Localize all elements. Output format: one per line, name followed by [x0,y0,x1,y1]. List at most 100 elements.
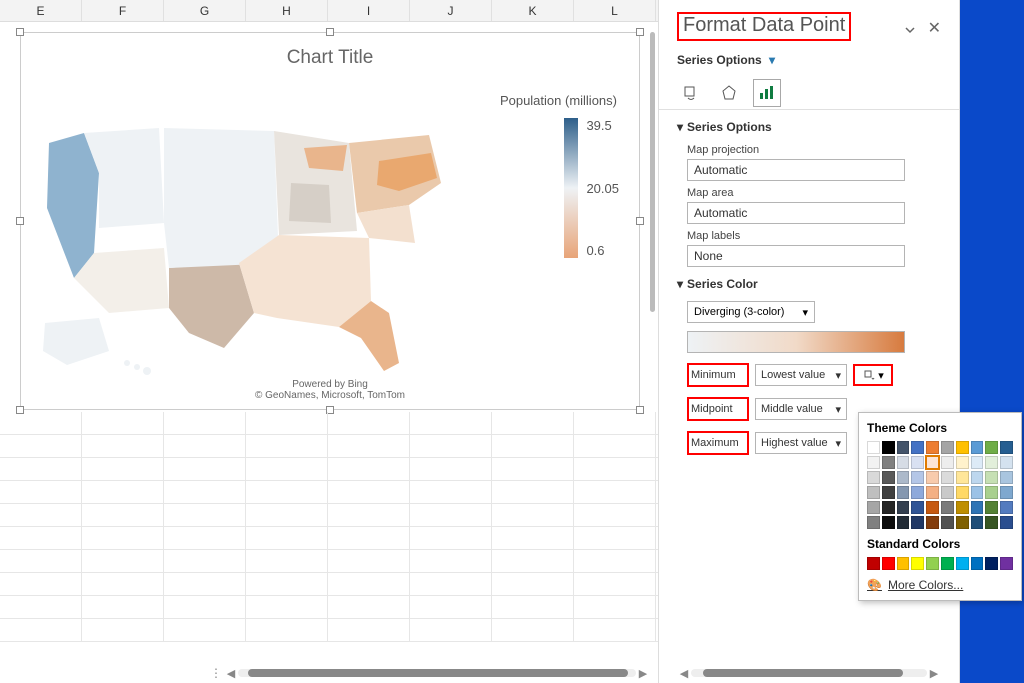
vertical-scrollbar[interactable] [650,32,655,312]
state-tx[interactable] [169,263,254,348]
color-swatch[interactable] [882,471,895,484]
color-swatch[interactable] [1000,471,1013,484]
midpoint-value-select[interactable]: Middle value▾ [755,398,847,420]
color-swatch[interactable] [926,516,939,529]
state-block-plains[interactable] [164,128,279,268]
series-color-section-header[interactable]: ▾Series Color [677,267,941,295]
color-swatch[interactable] [911,516,924,529]
map-chart-plot[interactable] [39,113,459,383]
color-swatch[interactable] [867,486,880,499]
color-swatch[interactable] [971,516,984,529]
color-swatch[interactable] [882,516,895,529]
state-il[interactable] [289,183,331,223]
color-swatch[interactable] [1000,486,1013,499]
resize-handle[interactable] [636,28,644,36]
color-swatch[interactable] [897,486,910,499]
scroll-left-icon[interactable]: ◀ [677,667,691,680]
scroll-left-icon[interactable]: ◀ [224,667,238,680]
color-swatch[interactable] [897,456,910,469]
color-swatch[interactable] [882,441,895,454]
map-labels-select[interactable]: None [687,245,905,267]
state-hi[interactable] [134,364,140,370]
color-swatch[interactable] [867,516,880,529]
map-projection-select[interactable]: Automatic [687,159,905,181]
color-swatch[interactable] [941,557,954,570]
color-swatch[interactable] [911,456,924,469]
color-swatch[interactable] [911,471,924,484]
color-swatch[interactable] [867,557,880,570]
tab-fill-icon[interactable] [677,79,705,107]
grid-cells[interactable] [0,412,658,649]
color-swatch[interactable] [985,456,998,469]
color-swatch[interactable] [867,441,880,454]
column-header[interactable]: G [164,0,246,21]
color-swatch[interactable] [867,471,880,484]
color-swatch[interactable] [985,486,998,499]
color-swatch[interactable] [911,557,924,570]
minimum-fill-color-button[interactable]: ▾ [853,364,893,386]
state-mi[interactable] [304,145,347,171]
scroll-right-icon[interactable]: ▶ [636,667,650,680]
color-swatch[interactable] [911,501,924,514]
more-colors-link[interactable]: 🎨 More Colors... [867,578,1013,592]
color-swatch[interactable] [941,486,954,499]
scrollbar-thumb[interactable] [703,669,903,677]
state-ak[interactable] [43,318,109,365]
color-swatch[interactable] [956,501,969,514]
color-swatch[interactable] [1000,557,1013,570]
color-swatch[interactable] [971,456,984,469]
sheet-drag-handle-icon[interactable]: ⋮ [210,666,220,680]
color-swatch[interactable] [1000,501,1013,514]
color-swatch[interactable] [926,486,939,499]
color-swatch[interactable] [956,471,969,484]
horizontal-scrollbar-worksheet[interactable]: ⋮ ◀ ▶ [210,665,650,681]
column-header[interactable]: E [0,0,82,21]
map-area-select[interactable]: Automatic [687,202,905,224]
collapse-icon[interactable] [905,18,915,41]
color-swatch[interactable] [926,501,939,514]
color-swatch[interactable] [985,557,998,570]
color-swatch[interactable] [956,441,969,454]
scrollbar-thumb[interactable] [248,669,628,677]
color-swatch[interactable] [956,456,969,469]
column-header[interactable]: L [574,0,656,21]
color-swatch[interactable] [897,516,910,529]
color-swatch[interactable] [971,501,984,514]
color-swatch[interactable] [926,441,939,454]
color-swatch[interactable] [897,557,910,570]
color-swatch[interactable] [941,441,954,454]
minimum-value-select[interactable]: Lowest value▾ [755,364,847,386]
column-header[interactable]: K [492,0,574,21]
chart-title[interactable]: Chart Title [21,33,639,73]
color-swatch[interactable] [911,486,924,499]
color-swatch[interactable] [985,471,998,484]
resize-handle[interactable] [16,217,24,225]
resize-handle[interactable] [16,28,24,36]
color-swatch[interactable] [941,501,954,514]
color-swatch[interactable] [882,557,895,570]
color-swatch[interactable] [971,486,984,499]
color-swatch[interactable] [985,501,998,514]
color-swatch[interactable] [971,441,984,454]
color-swatch[interactable] [926,471,939,484]
color-swatch[interactable] [956,557,969,570]
horizontal-scrollbar-panel[interactable]: ◀ ▶ [677,665,941,681]
state-hi[interactable] [124,360,130,366]
color-swatch[interactable] [867,501,880,514]
gradient-preview[interactable] [687,331,905,353]
color-swatch[interactable] [882,501,895,514]
color-type-select[interactable]: Diverging (3-color)▾ [687,301,815,323]
column-header[interactable]: I [328,0,410,21]
color-swatch[interactable] [971,557,984,570]
color-swatch[interactable] [1000,516,1013,529]
state-ca[interactable] [47,133,99,278]
color-swatch[interactable] [956,486,969,499]
color-swatch[interactable] [867,456,880,469]
color-swatch[interactable] [985,516,998,529]
maximum-value-select[interactable]: Highest value▾ [755,432,847,454]
color-swatch[interactable] [941,471,954,484]
color-swatch[interactable] [897,441,910,454]
tab-series-options-icon[interactable] [753,79,781,107]
column-header[interactable]: J [410,0,492,21]
color-swatch[interactable] [971,471,984,484]
